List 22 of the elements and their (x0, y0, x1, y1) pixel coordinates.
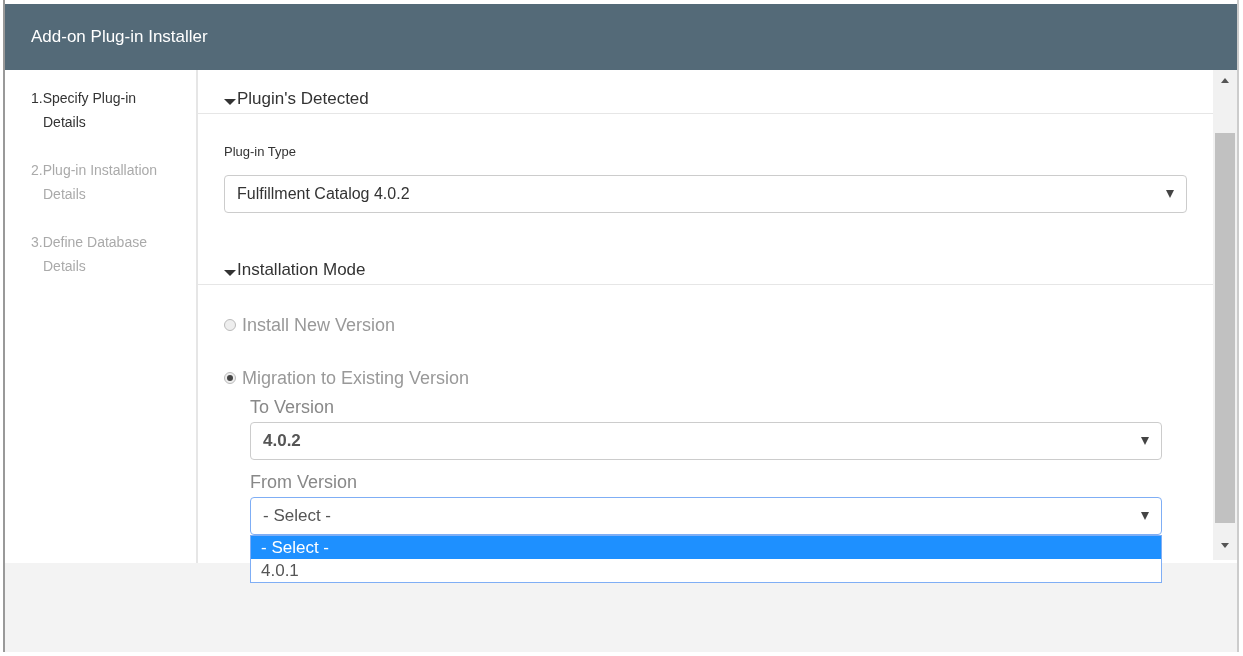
dropdown-option[interactable]: 4.0.1 (251, 559, 1161, 582)
plugin-type-select[interactable]: Fulfillment Catalog 4.0.2 (224, 175, 1187, 213)
field-label: Plug-in Type (224, 144, 298, 159)
radio-button[interactable] (224, 372, 236, 384)
dropdown-arrow-icon (1141, 512, 1149, 520)
scrollbar-thumb[interactable] (1215, 133, 1235, 523)
step-item[interactable]: 1.Specify Plug-in Details (5, 86, 196, 134)
scroll-up-icon[interactable] (1221, 78, 1229, 83)
window-title: Add-on Plug-in Installer (31, 27, 208, 47)
from-version-select[interactable]: - Select - (250, 497, 1162, 535)
section-header[interactable]: Installation Mode (198, 245, 1213, 285)
dropdown-arrow-icon (1166, 190, 1174, 198)
radio-button[interactable] (224, 319, 236, 331)
caret-icon (224, 99, 236, 105)
caret-icon (224, 270, 236, 276)
to-version-select[interactable]: 4.0.2 (250, 422, 1162, 460)
field-label: From Version (250, 472, 359, 493)
field-label: To Version (250, 397, 336, 418)
scrollbar[interactable] (1213, 70, 1237, 560)
scroll-down-icon[interactable] (1221, 543, 1229, 548)
dropdown-arrow-icon (1141, 437, 1149, 445)
section-header[interactable]: Plugin's Detected (198, 70, 1213, 114)
